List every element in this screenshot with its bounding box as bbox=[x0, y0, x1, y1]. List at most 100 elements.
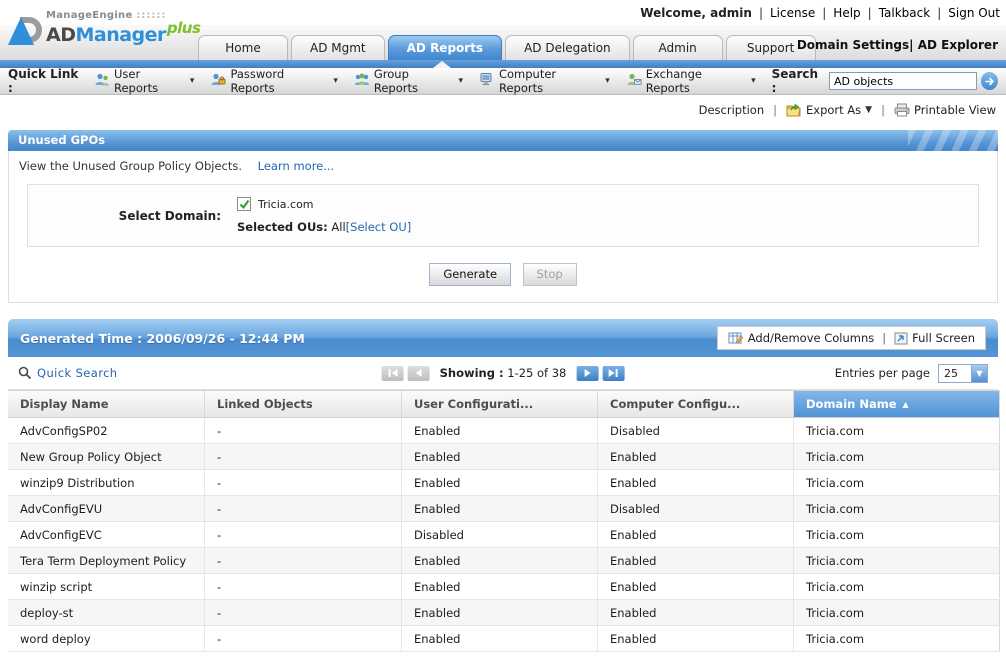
search-go-button[interactable] bbox=[981, 72, 998, 90]
cell-linked-objects: - bbox=[205, 626, 402, 651]
table-row[interactable]: AdvConfigEVU - Enabled Disabled Tricia.com bbox=[8, 496, 1000, 522]
logo-plus: plus bbox=[166, 19, 201, 37]
first-page-button[interactable] bbox=[381, 365, 404, 381]
logo-dots: :::::: bbox=[136, 10, 167, 21]
full-screen-button[interactable]: Full Screen bbox=[894, 331, 975, 345]
table-row[interactable]: word deploy - Enabled Enabled Tricia.com bbox=[8, 626, 1000, 652]
cell-user-configurati: Enabled bbox=[402, 418, 598, 443]
panel-subtitle: View the Unused Group Policy Objects. bbox=[19, 159, 242, 173]
tab-home[interactable]: Home bbox=[198, 35, 288, 60]
talkback-link[interactable]: Talkback bbox=[879, 6, 931, 20]
printable-view-button[interactable]: Printable View bbox=[894, 103, 996, 117]
stop-button[interactable]: Stop bbox=[522, 263, 577, 286]
search-input[interactable] bbox=[829, 72, 977, 90]
sort-asc-icon: ▲ bbox=[902, 399, 909, 409]
masthead: ManageEngine :::::: ADManagerplus Home AD… bbox=[0, 11, 1006, 60]
table-header-row: Display Name Linked Objects User Configura… bbox=[8, 390, 1000, 418]
table-tools: Add/Remove Columns | Full Screen bbox=[716, 326, 986, 350]
pagination: Showing : 1-25 of 38 bbox=[380, 365, 627, 381]
tab-ad-mgmt[interactable]: AD Mgmt bbox=[291, 35, 385, 60]
table-row[interactable]: AdvConfigSP02- Enabled Disabled Tricia.com bbox=[8, 418, 1000, 444]
chevron-down-icon: ▾ bbox=[751, 76, 756, 86]
cell-display-name: deploy-st bbox=[8, 600, 205, 625]
column-header-display-name[interactable]: Display Name bbox=[8, 391, 205, 417]
column-header-domain-name[interactable]: Domain Name ▲ bbox=[794, 391, 1000, 417]
last-page-button[interactable] bbox=[602, 365, 625, 381]
quick-search-button[interactable]: Quick Search bbox=[18, 366, 117, 380]
cell-computer-configu: Enabled bbox=[598, 626, 794, 651]
cell-display-name: winzip9 Distribution bbox=[8, 470, 205, 495]
select-ou-link[interactable]: [Select OU] bbox=[346, 220, 412, 234]
table-row[interactable]: Tera Term Deployment Policy - Enabled Enabl… bbox=[8, 548, 1000, 574]
cell-linked-objects: - bbox=[205, 470, 402, 495]
learn-more-link[interactable]: Learn more... bbox=[258, 159, 335, 173]
cell-user-configurati: Enabled bbox=[402, 548, 598, 573]
cell-display-name: Tera Term Deployment Policy bbox=[8, 548, 205, 573]
computer-reports-menu[interactable]: Computer Reports ▾ bbox=[479, 67, 610, 95]
next-page-button[interactable] bbox=[576, 365, 599, 381]
masthead-right: Domain Settings| AD Explorer bbox=[797, 38, 998, 52]
table-row[interactable]: deploy-st - Enabled Enabled Tricia.com bbox=[8, 600, 1000, 626]
chevron-down-icon: ▾ bbox=[333, 76, 338, 86]
export-folder-icon bbox=[786, 103, 801, 117]
add-remove-columns-button[interactable]: Add/Remove Columns bbox=[728, 331, 874, 345]
export-as-button[interactable]: Export As ▼ bbox=[786, 103, 872, 117]
domain-checkbox-label[interactable]: Tricia.com bbox=[258, 198, 314, 211]
sign-out-link[interactable]: Sign Out bbox=[948, 6, 1000, 20]
group-reports-icon bbox=[354, 72, 374, 90]
divider: | bbox=[937, 5, 942, 20]
domain-checkbox[interactable] bbox=[237, 197, 251, 211]
cell-user-configurati: Enabled bbox=[402, 444, 598, 469]
quick-link-label: Quick Link : bbox=[8, 67, 79, 95]
cell-computer-configu: Enabled bbox=[598, 470, 794, 495]
cell-computer-configu: Enabled bbox=[598, 600, 794, 625]
results-header: Generated Time : 2006/09/26 - 12:44 PM A… bbox=[8, 319, 998, 357]
divider: | bbox=[882, 331, 887, 345]
table-controls-row: Quick Search Showing : 1-25 of 38 Entrie… bbox=[8, 357, 998, 390]
columns-grid-icon bbox=[728, 332, 744, 344]
tab-admin[interactable]: Admin bbox=[632, 35, 723, 60]
cell-domain-name: Tricia.com bbox=[794, 600, 1000, 625]
table-row[interactable]: winzip9 Distribution - Enabled Enabled Trici… bbox=[8, 470, 1000, 496]
cell-display-name: AdvConfigEVU bbox=[8, 496, 205, 521]
showing-value: 1-25 of 38 bbox=[507, 366, 567, 380]
table-row[interactable]: New Group Policy Object - Enabled Enabled Tr… bbox=[8, 444, 1000, 470]
quick-link-bar: Quick Link : User Reports ▾ Password Repor… bbox=[0, 67, 1006, 95]
cell-linked-objects: - bbox=[205, 444, 402, 469]
description-button[interactable]: Description bbox=[699, 103, 765, 117]
license-link[interactable]: License bbox=[770, 6, 815, 20]
user-reports-menu[interactable]: User Reports ▾ bbox=[94, 67, 194, 95]
entries-per-page-select[interactable]: 25 ▼ bbox=[938, 363, 988, 383]
previous-page-button[interactable] bbox=[407, 365, 430, 381]
select-domain-label: Select Domain: bbox=[118, 208, 221, 223]
chevron-down-icon: ▾ bbox=[189, 76, 195, 86]
admanager-logo: ManageEngine :::::: ADManagerplus bbox=[8, 10, 201, 45]
cell-domain-name: Tricia.com bbox=[794, 626, 1000, 651]
tab-ad-delegation[interactable]: AD Delegation bbox=[505, 35, 630, 60]
active-tab-notch bbox=[433, 61, 451, 68]
exchange-reports-menu[interactable]: Exchange Reports ▾ bbox=[626, 67, 756, 95]
tab-ad-reports[interactable]: AD Reports bbox=[387, 35, 503, 60]
cell-display-name: New Group Policy Object bbox=[8, 444, 205, 469]
cell-user-configurati: Enabled bbox=[402, 626, 598, 651]
table-row[interactable]: AdvConfigEVC - Disabled Enabled Tricia.com bbox=[8, 522, 1000, 548]
domain-settings-link[interactable]: Domain Settings bbox=[797, 38, 909, 52]
column-header-linked-objects[interactable]: Linked Objects bbox=[205, 391, 402, 417]
cell-domain-name: Tricia.com bbox=[794, 574, 1000, 599]
group-reports-menu[interactable]: Group Reports ▾ bbox=[354, 67, 463, 95]
cell-user-configurati: Enabled bbox=[402, 470, 598, 495]
generate-button[interactable]: Generate bbox=[429, 263, 512, 286]
cell-domain-name: Tricia.com bbox=[794, 418, 1000, 443]
table-row[interactable]: winzip script - Enabled Enabled Tricia.com bbox=[8, 574, 1000, 600]
entries-per-page-label: Entries per page bbox=[834, 366, 930, 380]
column-header-user-configurati[interactable]: User Configurati... bbox=[402, 391, 598, 417]
ad-explorer-link[interactable]: AD Explorer bbox=[918, 38, 998, 52]
generated-time: Generated Time : 2006/09/26 - 12:44 PM bbox=[20, 330, 305, 346]
results-panel: Generated Time : 2006/09/26 - 12:44 PM A… bbox=[8, 319, 1000, 652]
column-header-computer-configu[interactable]: Computer Configu... bbox=[598, 391, 794, 417]
report-toolbar: Description | Export As ▼ | Printable Vie… bbox=[0, 95, 1006, 128]
password-reports-menu[interactable]: Password Reports ▾ bbox=[210, 67, 338, 95]
chevron-down-icon: ▾ bbox=[458, 76, 463, 86]
help-link[interactable]: Help bbox=[833, 6, 860, 20]
cell-computer-configu: Disabled bbox=[598, 496, 794, 521]
